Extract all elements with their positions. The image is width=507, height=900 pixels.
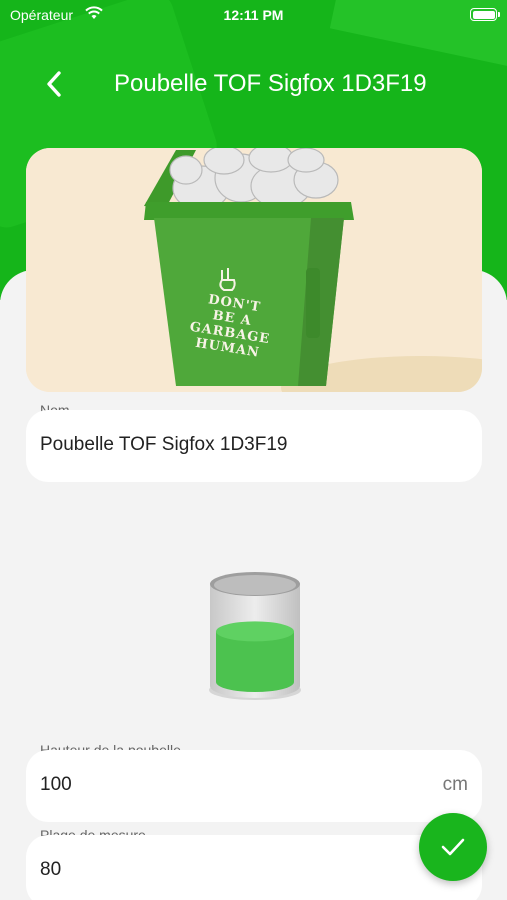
back-button[interactable] bbox=[38, 68, 70, 100]
bin-height-value[interactable]: 100 bbox=[40, 774, 72, 796]
fill-level-gauge bbox=[209, 572, 301, 700]
confirm-button[interactable] bbox=[419, 813, 487, 881]
chevron-left-icon bbox=[47, 71, 61, 97]
battery-icon bbox=[470, 8, 500, 21]
name-field-value[interactable]: Poubelle TOF Sigfox 1D3F19 bbox=[40, 434, 288, 456]
bin-height-field[interactable]: 100 cm bbox=[26, 750, 482, 822]
measure-range-field[interactable]: 80 bbox=[26, 835, 482, 900]
page-title: Poubelle TOF Sigfox 1D3F19 bbox=[114, 70, 427, 97]
measure-range-value[interactable]: 80 bbox=[40, 859, 61, 881]
status-time: 12:11 PM bbox=[223, 7, 284, 23]
name-field[interactable]: Poubelle TOF Sigfox 1D3F19 bbox=[26, 410, 482, 482]
check-icon bbox=[441, 838, 465, 856]
status-bar: Opérateur 12:11 PM bbox=[0, 0, 507, 30]
bin-height-unit: cm bbox=[442, 774, 468, 795]
bin-hero-image: DON'T BE A GARBAGE HUMAN bbox=[26, 148, 482, 392]
